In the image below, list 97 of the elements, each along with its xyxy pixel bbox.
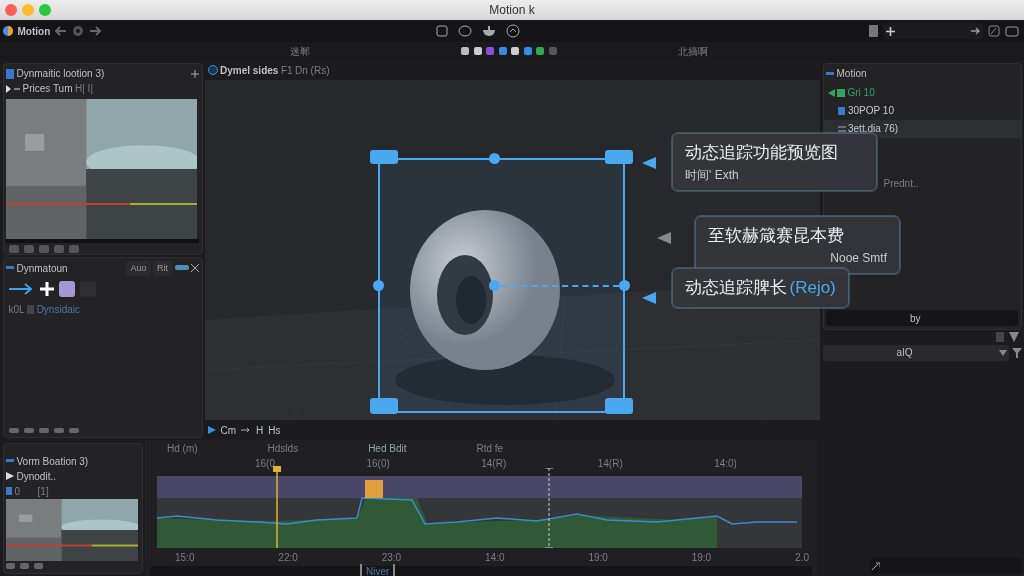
timeline-label: Rtd fe [476,441,504,456]
keyframe-marker[interactable] [365,480,383,498]
timeline-label: Hdslds [267,441,299,456]
callout-title: 至软赫箴赛昆本费 [708,225,844,247]
add-icon[interactable] [191,69,199,78]
play-icon[interactable] [6,472,14,480]
playhead[interactable] [273,466,281,548]
timeline-scrollbar[interactable]: Niver [150,566,812,576]
pointer-arrow-icon [642,157,656,169]
bowl-icon[interactable] [482,25,497,37]
pointer-arrow-icon [657,232,671,244]
play-icon[interactable] [6,84,20,93]
viewer-icon [207,65,218,75]
app-logo-icon [2,26,13,36]
close-icon[interactable] [191,264,199,273]
window-icon[interactable] [1005,25,1019,37]
ruler-label: 14:0 [485,551,505,564]
caret-icon [998,349,1007,356]
gauge-icon[interactable] [506,24,521,38]
panel-tag: 0 [14,483,21,499]
ruler-label: 22:0 [278,551,298,564]
callout-subtitle: 时间' Exth [685,166,739,184]
resize-handle[interactable] [370,150,398,164]
panel-title: Dynmatoun [16,261,68,276]
pointer-arrow-icon [642,292,656,304]
callout-subtitle: Nooe Smtf [830,249,887,267]
panel-title: Vorm Boation 3) [16,454,89,469]
control-point[interactable] [373,280,384,291]
viewer-footer-label: H [256,423,264,438]
timeline-label: Hd (m) [167,441,198,456]
timeline-label: Hed Bdit [368,441,407,456]
tree-item[interactable]: 3ett.dia 76) [823,119,1021,138]
app-name: Motion [17,24,51,39]
tree-item[interactable]: Gri 10 [823,83,1021,102]
plus-icon[interactable] [885,26,895,36]
callout-tag: (Rejo) [789,275,836,301]
control-point[interactable] [489,280,500,291]
back-arrow-icon[interactable] [55,26,68,36]
arrow-icon [241,427,252,433]
ruler-label: 14(R) [597,457,623,468]
panel-subtitle: Dynodit.. [16,469,56,484]
expand-icon[interactable] [872,561,880,570]
control-point[interactable] [619,280,630,291]
ruler-label: 19:0 [691,551,712,564]
frame-label: F1 [280,63,293,78]
file-icon [837,106,846,115]
ruler-label: 23:0 [381,551,402,564]
panel-subtitle: Prices Tum [22,82,73,96]
callout-title: 动态追踪功能预览图 [685,142,838,164]
color-swatch[interactable] [58,281,75,297]
field-label: k0L [8,303,25,317]
resize-handle[interactable] [605,150,633,164]
viewer-footer-label: Cm [220,423,237,438]
window-control-button[interactable] [5,4,17,16]
resize-handle[interactable] [605,398,633,414]
ruler-label: 16(0) [366,457,390,468]
selection-box[interactable] [378,158,625,413]
ruler-label: 14:0) [714,457,737,468]
arrow-icon[interactable] [970,27,981,35]
viewer-title: Dymel sides [220,63,279,78]
toolbar-button[interactable]: Auo [126,260,151,276]
field-value: Dynsidaic [36,303,80,317]
folder-icon [837,88,845,97]
section-header: 北摘啊 [677,44,708,59]
note-text: Prednt.. [883,176,920,191]
control-point[interactable] [489,153,500,164]
window-title: Motion k [489,2,535,19]
panel-title: Dynmaitic lootion 3) [16,67,105,81]
search-field[interactable]: by [826,310,1018,326]
mode-label: Dn (Rs) [295,63,330,78]
filter-icon[interactable] [1011,347,1022,358]
ruler-label: 19:0 [588,551,608,564]
callout-title: 动态追踪脾长 [685,277,787,299]
viewer-footer-label: Hs [268,423,281,438]
checkbox-icon[interactable] [27,305,35,314]
expanded-arrow-icon [827,88,835,97]
section-header: 迷郸 [290,44,310,59]
toolbar-button[interactable]: Rit [153,260,172,276]
ruler-label: 16(0 [255,457,275,468]
ruler-label: 14(R) [481,457,507,468]
list-icon [837,124,846,133]
forward-arrow-icon[interactable] [89,26,102,36]
ruler-label: 2.0 [795,551,809,564]
frame-icon[interactable] [436,25,449,37]
search-field[interactable] [883,23,983,39]
panel-title: Motion [836,67,867,81]
ruler-label: 15:0 [175,551,195,564]
play-icon[interactable] [207,426,216,434]
time-marker[interactable] [545,468,553,548]
arrow-icon[interactable] [8,283,35,295]
tree-item[interactable]: 30POP 10 [823,101,1021,120]
resize-handle[interactable] [370,398,398,414]
panel-tag: [1] [37,483,49,499]
panel-tag: H| I| [75,81,93,96]
edit-icon[interactable] [988,25,1000,37]
layer-icon [6,487,12,495]
dropdown[interactable]: aIQ [822,344,1009,361]
